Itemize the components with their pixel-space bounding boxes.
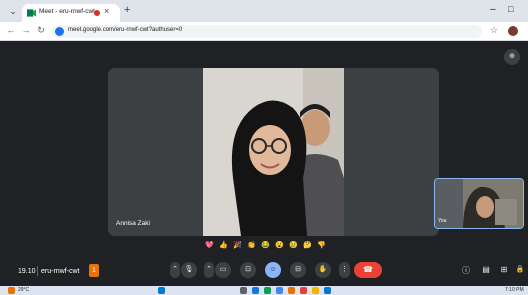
- microphone-button[interactable]: 🎙: [181, 262, 197, 278]
- activities-icon[interactable]: ⊞: [498, 265, 510, 274]
- camera-button[interactable]: ▭: [215, 262, 231, 278]
- browser-tab-bar: ⌄ Meet - eru-rnwf-cwt × + – □: [0, 0, 528, 22]
- meeting-badge: 1: [89, 264, 99, 277]
- raise-hand-button[interactable]: ✋: [315, 262, 331, 278]
- window-maximize-button[interactable]: □: [508, 4, 513, 14]
- taskbar-app-icon[interactable]: [324, 287, 331, 294]
- meeting-info-icon[interactable]: ⓘ: [460, 265, 472, 276]
- end-call-button[interactable]: ☎: [354, 262, 382, 278]
- url-field[interactable]: meet.google.com/eru-rnwf-cwt?authuser=0: [52, 25, 482, 38]
- host-controls-lock-icon[interactable]: 🔒: [514, 265, 526, 273]
- divider: [37, 266, 38, 276]
- url-text: meet.google.com/eru-rnwf-cwt?authuser=0: [68, 27, 183, 33]
- meeting-code: eru-rnwf-cwt: [41, 268, 80, 275]
- bookmark-star-icon[interactable]: ☆: [490, 25, 498, 36]
- reaction-cry[interactable]: 😢: [289, 241, 298, 251]
- taskbar-clock: 7:10 PM: [505, 287, 524, 293]
- reaction-surprised[interactable]: 😮: [275, 241, 284, 251]
- new-tab-button[interactable]: +: [124, 4, 130, 16]
- tab-close-icon[interactable]: ×: [104, 6, 109, 16]
- browser-tab-meet[interactable]: Meet - eru-rnwf-cwt ×: [22, 4, 120, 22]
- reaction-thinking[interactable]: 🤔: [303, 241, 312, 251]
- tab-title: Meet - eru-rnwf-cwt: [39, 8, 95, 15]
- present-screen-button[interactable]: ⊟: [290, 262, 306, 278]
- taskbar-app-icon[interactable]: [276, 287, 283, 294]
- reaction-thumbs-up[interactable]: 👍: [219, 241, 228, 251]
- back-arrow-icon[interactable]: ←: [5, 25, 17, 35]
- reaction-thumbs-down[interactable]: 👎: [317, 241, 326, 251]
- os-taskbar: 29°C 7:10 PM: [0, 286, 528, 295]
- video-options-chevron-icon[interactable]: ⌃: [204, 262, 214, 278]
- self-name-label: You: [438, 218, 447, 224]
- taskbar-app-icon[interactable]: [300, 287, 307, 294]
- participant-count-icon[interactable]: ⊕: [504, 49, 520, 65]
- forward-arrow-icon[interactable]: →: [20, 25, 32, 35]
- reaction-party[interactable]: 🎉: [233, 241, 242, 251]
- speaker-video-frame: [203, 68, 344, 236]
- taskbar-app-icon[interactable]: [240, 287, 247, 294]
- meeting-time: 19.10: [18, 268, 36, 275]
- chat-icon[interactable]: ▤: [480, 265, 492, 274]
- meet-stage: Annisa Zaki ⊕ You 💖 👍 🎉 👏 😂 😮 😢 🤔 👎 19.1…: [0, 41, 528, 286]
- reload-icon[interactable]: ↻: [35, 25, 47, 36]
- tab-search-chevron-icon[interactable]: ⌄: [7, 5, 19, 17]
- window-minimize-button[interactable]: –: [490, 4, 496, 15]
- profile-avatar[interactable]: [508, 26, 518, 36]
- captions-button[interactable]: ⊡: [240, 262, 256, 278]
- speaker-video-tile[interactable]: Annisa Zaki: [108, 68, 439, 236]
- self-view-tile[interactable]: You: [434, 178, 524, 229]
- weather-icon: [8, 287, 15, 294]
- site-info-icon[interactable]: [55, 27, 64, 36]
- audio-options-chevron-icon[interactable]: ⌃: [170, 262, 180, 278]
- taskbar-app-icon[interactable]: [264, 287, 271, 294]
- recording-dot-icon: [94, 10, 100, 16]
- reaction-laugh[interactable]: 😂: [261, 241, 270, 251]
- emoji-reactions-button[interactable]: ☺: [265, 262, 281, 278]
- meet-favicon-icon: [27, 9, 36, 17]
- taskbar-app-icon[interactable]: [312, 287, 319, 294]
- start-icon[interactable]: [158, 287, 165, 294]
- meet-control-bar: 19.10 eru-rnwf-cwt 1 ⌃ 🎙 ⌃ ▭ ⊡ ☺ ⊟ ✋ ⋮ ☎…: [0, 262, 528, 286]
- taskbar-app-icon[interactable]: [252, 287, 259, 294]
- browser-address-bar: ← → ↻ meet.google.com/eru-rnwf-cwt?authu…: [0, 22, 528, 41]
- reaction-clap[interactable]: 👏: [247, 241, 256, 251]
- more-options-button[interactable]: ⋮: [339, 262, 350, 278]
- reaction-heart[interactable]: 💖: [205, 241, 214, 251]
- weather-temp: 29°C: [18, 287, 30, 293]
- taskbar-app-icon[interactable]: [288, 287, 295, 294]
- self-video-frame: [435, 179, 523, 228]
- speaker-name-label: Annisa Zaki: [116, 220, 150, 227]
